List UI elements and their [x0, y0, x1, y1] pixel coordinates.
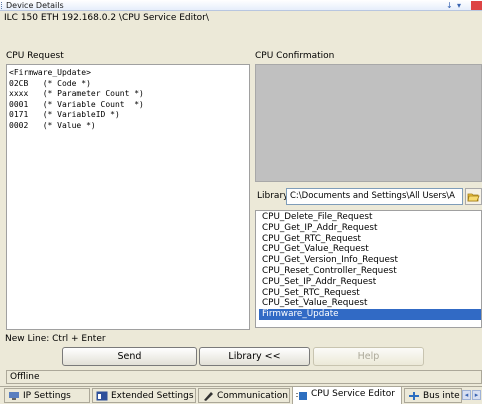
- library-list-item[interactable]: CPU_Get_RTC_Request: [259, 234, 481, 245]
- library-list-item[interactable]: CPU_Get_IP_Addr_Request: [259, 223, 481, 234]
- cpu-icon: [296, 392, 307, 400]
- panel-title: Device Details: [6, 1, 64, 10]
- request-line: 0002 (* Value *): [9, 120, 96, 130]
- open-folder-icon: [467, 193, 480, 202]
- grip-icon[interactable]: [1, 2, 4, 9]
- tab-bus-interface[interactable]: Bus inte: [404, 388, 462, 403]
- request-text: <Firmware_Update> 02CB (* Code *) xxxx (* …: [9, 68, 144, 132]
- status-bar: Offline: [6, 370, 482, 384]
- tab-extended-settings[interactable]: Extended Settings: [92, 388, 196, 403]
- tab-label: CPU Service Editor: [311, 389, 395, 399]
- library-list-item[interactable]: CPU_Get_Version_Info_Request: [259, 255, 481, 266]
- request-line: 0171 (* VariableID *): [9, 110, 120, 120]
- library-list-item[interactable]: CPU_Set_Value_Request: [259, 298, 481, 309]
- library-list-item[interactable]: CPU_Set_IP_Addr_Request: [259, 277, 481, 288]
- pen-icon: [204, 392, 213, 401]
- tab-label: IP Settings: [23, 391, 71, 401]
- library-path-field[interactable]: C:\Documents and Settings\All Users\A: [286, 188, 463, 205]
- tab-label: Extended Settings: [111, 391, 194, 401]
- tab-scroll-right-icon[interactable]: ▸: [472, 390, 481, 400]
- library-list-item[interactable]: CPU_Reset_Controller_Request: [259, 266, 481, 277]
- library-list-item[interactable]: Firmware_Update: [259, 309, 481, 320]
- close-icon[interactable]: [471, 1, 482, 10]
- tab-label: Communication: [217, 391, 288, 401]
- library-list[interactable]: CPU_Delete_File_Request CPU_Get_IP_Addr_R…: [255, 210, 482, 328]
- cpu-confirmation-label: CPU Confirmation: [255, 51, 335, 61]
- request-line: 0001 (* Variable Count *): [9, 99, 144, 109]
- tab-label: Bus inte: [423, 391, 460, 401]
- help-button[interactable]: Help: [313, 347, 424, 366]
- cpu-confirmation-area: [255, 64, 482, 182]
- panel-title-bar: Device Details ↓ ▾: [0, 0, 482, 11]
- cpu-request-editor[interactable]: <Firmware_Update> 02CB (* Code *) xxxx (* …: [6, 64, 250, 330]
- newline-hint: New Line: Ctrl + Enter: [5, 334, 106, 344]
- open-folder-button[interactable]: [465, 188, 482, 205]
- library-list-item[interactable]: CPU_Get_Value_Request: [259, 244, 481, 255]
- send-button[interactable]: Send: [62, 347, 197, 366]
- tab-ip-settings[interactable]: IP Settings: [4, 388, 90, 403]
- tab-cpu-service-editor[interactable]: CPU Service Editor: [292, 386, 402, 404]
- breadcrumb: ILC 150 ETH 192.168.0.2 \CPU Service Edi…: [4, 13, 209, 23]
- library-list-item[interactable]: CPU_Delete_File_Request: [259, 212, 481, 223]
- bus-icon: [409, 392, 419, 400]
- network-icon: [9, 392, 19, 400]
- settings-window-icon: [96, 391, 108, 401]
- library-toggle-button[interactable]: Library <<: [199, 347, 310, 366]
- pin-icon[interactable]: ↓: [446, 0, 453, 11]
- cpu-request-label: CPU Request: [6, 51, 64, 61]
- request-line: xxxx (* Parameter Count *): [9, 89, 144, 99]
- request-line: <Firmware_Update>: [9, 68, 91, 77]
- library-list-item[interactable]: CPU_Set_RTC_Request: [259, 288, 481, 299]
- tab-communication[interactable]: Communication: [198, 388, 290, 403]
- tab-scroll-left-icon[interactable]: ◂: [462, 390, 471, 400]
- dropdown-icon[interactable]: ▾: [457, 0, 461, 11]
- request-line: 02CB (* Code *): [9, 78, 91, 88]
